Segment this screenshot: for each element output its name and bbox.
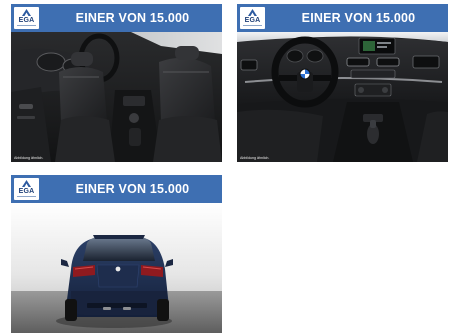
logo-mark-icon: [22, 9, 31, 16]
listing-card[interactable]: EGA EINER VON 15.000: [11, 175, 222, 333]
listing-banner: EGA EINER VON 15.000: [11, 175, 222, 204]
page: { "listings": [ { "logo_text": "EGA", "h…: [0, 0, 451, 333]
image-caption: Abbildung ähnlich.: [14, 156, 44, 160]
image-caption: Abbildung ähnlich.: [240, 156, 270, 160]
listing-headline: EINER VON 15.000: [75, 182, 190, 196]
logo-mark-icon: [248, 9, 257, 16]
listing-card[interactable]: EGA EINER VON 15.000: [237, 4, 448, 162]
listing-card[interactable]: EGA EINER VON 15.000: [11, 4, 222, 162]
dealer-logo: EGA: [14, 7, 39, 29]
listing-banner: EGA EINER VON 15.000: [237, 4, 448, 33]
interior-seats-photo[interactable]: Abbildung ähnlich.: [11, 32, 222, 162]
logo-text: EGA: [18, 188, 35, 195]
logo-text: EGA: [18, 17, 35, 24]
listing-headline: EINER VON 15.000: [301, 11, 416, 25]
dealer-logo: EGA: [240, 7, 265, 29]
listing-headline: EINER VON 15.000: [75, 11, 190, 25]
logo-text: EGA: [244, 17, 261, 24]
interior-dashboard-photo[interactable]: Abbildung ähnlich.: [237, 32, 448, 162]
dealer-logo: EGA: [14, 178, 39, 200]
exterior-rear-photo[interactable]: [11, 203, 222, 333]
logo-mark-icon: [22, 180, 31, 187]
listing-banner: EGA EINER VON 15.000: [11, 4, 222, 33]
